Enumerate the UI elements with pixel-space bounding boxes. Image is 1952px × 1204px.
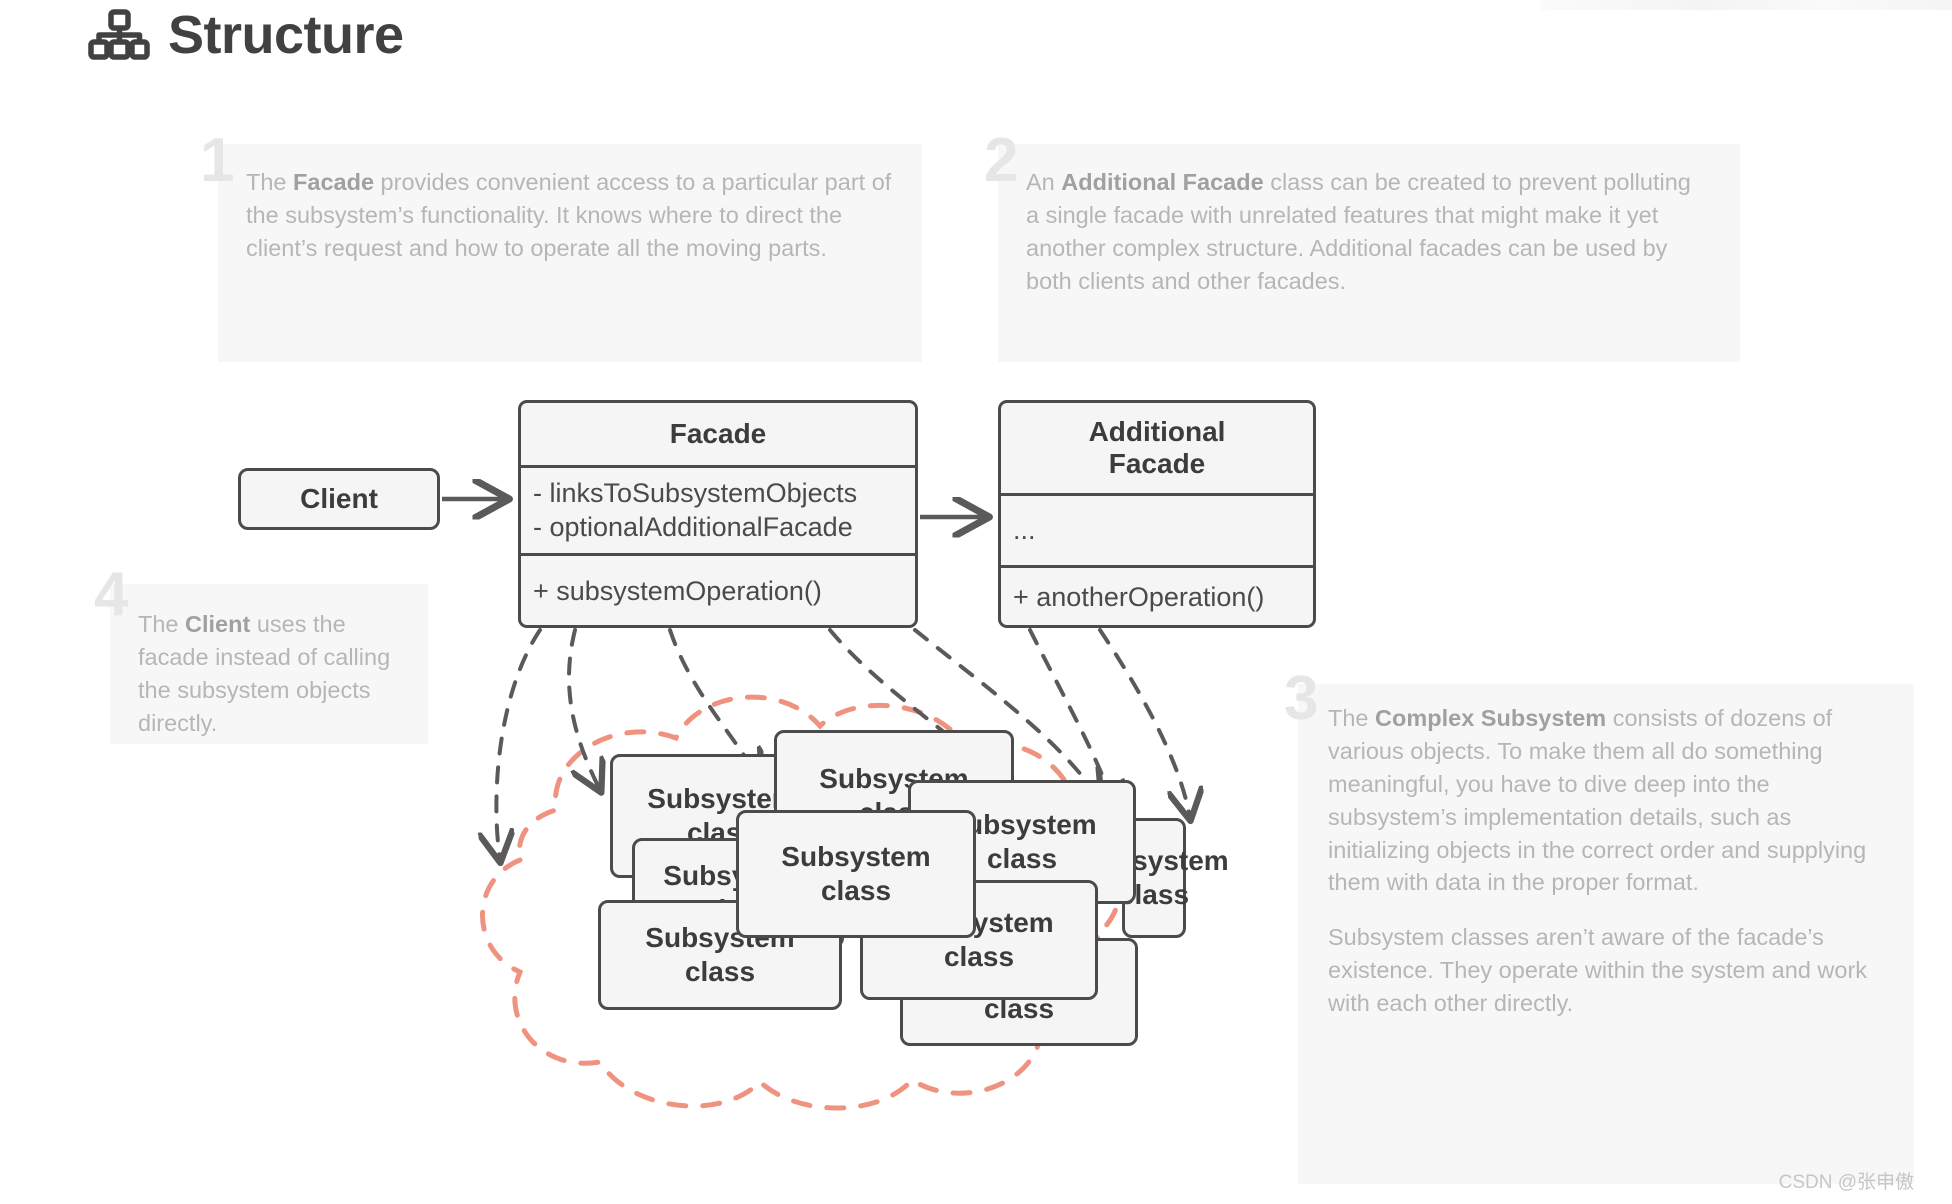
additional-facade-name-line1: Additional bbox=[1088, 415, 1226, 447]
callout-text-4: The Client uses the facade instead of ca… bbox=[138, 611, 391, 736]
additional-facade-attribute-0: ... bbox=[1013, 514, 1036, 545]
client-class-label: Client bbox=[300, 483, 378, 514]
top-decorative-strip bbox=[1540, 0, 1952, 10]
facade-class-box[interactable]: Facade - linksToSubsystemObjects - optio… bbox=[518, 400, 918, 628]
subsystem-class-box[interactable]: Subsystemclass bbox=[736, 810, 976, 938]
facade-operation-0: + subsystemOperation() bbox=[533, 575, 822, 606]
additional-facade-operations: + anotherOperation() bbox=[1001, 565, 1313, 625]
callout-text-3: The Complex Subsystem consists of dozens… bbox=[1328, 705, 1868, 1017]
callout-text-2: An Additional Facade class can be create… bbox=[1026, 169, 1691, 294]
callout-note-2: 2 An Additional Facade class can be crea… bbox=[984, 130, 1740, 362]
additional-facade-class-name: Additional Facade bbox=[1001, 403, 1313, 493]
watermark: CSDN @张申傲 bbox=[1778, 1172, 1914, 1193]
facade-attributes: - linksToSubsystemObjects - optionalAddi… bbox=[521, 465, 915, 553]
facade-class-name: Facade bbox=[669, 417, 767, 449]
additional-facade-attributes: ... bbox=[1001, 493, 1313, 565]
sitemap-icon bbox=[88, 9, 150, 61]
facade-attribute-1: - optionalAdditionalFacade bbox=[533, 511, 853, 542]
callout-note-4: 4 The Client uses the facade instead of … bbox=[94, 564, 428, 744]
client-class-box[interactable]: Client bbox=[238, 468, 440, 530]
additional-facade-name-line2: Facade bbox=[1108, 448, 1206, 479]
page-title: Structure bbox=[168, 5, 404, 65]
callout-note-3: 3 The Complex Subsystem consists of doze… bbox=[1284, 668, 1914, 1184]
callout-text-1: The Facade provides convenient access to… bbox=[246, 169, 892, 261]
subsystem-class-label: Subsystemclass bbox=[781, 840, 931, 906]
page-header: Structure bbox=[88, 8, 404, 62]
additional-facade-operation-0: + anotherOperation() bbox=[1013, 581, 1265, 612]
facade-attribute-0: - linksToSubsystemObjects bbox=[533, 477, 858, 508]
callout-note-1: 1 The Facade provides convenient access … bbox=[200, 130, 922, 362]
facade-operations: + subsystemOperation() bbox=[521, 553, 915, 625]
additional-facade-class-box[interactable]: Additional Facade ... + anotherOperation… bbox=[998, 400, 1316, 628]
